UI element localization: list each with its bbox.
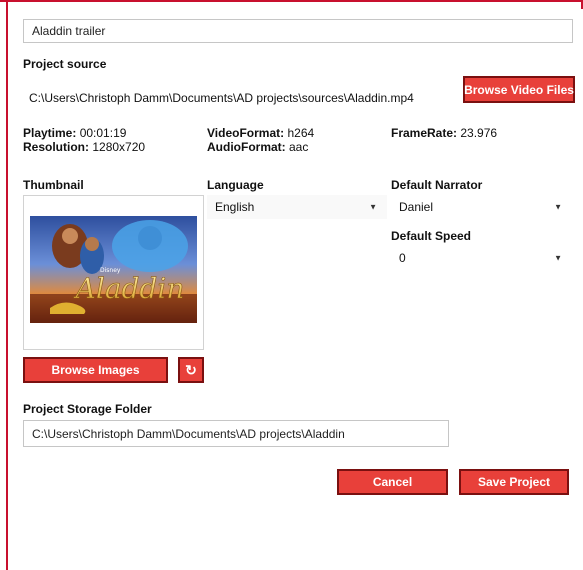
- thumbnail-label: Thumbnail: [23, 178, 84, 192]
- thumbnail-frame: Aladdin Disney: [23, 195, 204, 350]
- default-speed-label: Default Speed: [391, 229, 472, 243]
- framerate-info: FrameRate: 23.976: [391, 126, 497, 140]
- project-name-input[interactable]: Aladdin trailer: [23, 19, 573, 43]
- window-frame-left: [6, 0, 8, 570]
- thumbnail-image: Aladdin Disney: [30, 216, 197, 323]
- thumbnail-title-text: Aladdin: [73, 272, 185, 305]
- narrator-selected: Daniel: [399, 200, 434, 214]
- playtime-label: Playtime:: [23, 126, 77, 140]
- window-frame-top: [0, 0, 583, 2]
- framerate-value: 23.976: [460, 126, 498, 140]
- language-label: Language: [207, 178, 264, 192]
- chevron-down-icon: ▼: [369, 202, 377, 212]
- chevron-down-icon: ▼: [554, 253, 562, 263]
- audioformat-value: aac: [289, 140, 309, 154]
- chevron-down-icon: ▼: [554, 202, 562, 212]
- project-source-path: C:\Users\Christoph Damm\Documents\AD pro…: [29, 91, 414, 105]
- project-source-label: Project source: [23, 57, 107, 71]
- resolution-value: 1280x720: [92, 140, 146, 154]
- save-project-button[interactable]: Save Project: [459, 469, 569, 495]
- framerate-label: FrameRate:: [391, 126, 458, 140]
- playtime-value: 00:01:19: [79, 126, 127, 140]
- default-narrator-label: Default Narrator: [391, 178, 483, 192]
- browse-video-files-button[interactable]: Browse Video Files: [463, 76, 575, 103]
- language-selected: English: [215, 200, 255, 214]
- storage-folder-input[interactable]: C:\Users\Christoph Damm\Documents\AD pro…: [23, 420, 449, 447]
- speed-selected: 0: [399, 251, 406, 265]
- resolution-info: Resolution: 1280x720: [23, 140, 145, 154]
- project-name-value: Aladdin trailer: [32, 24, 106, 38]
- audioformat-label: AudioFormat:: [207, 140, 286, 154]
- language-select[interactable]: English ▼: [207, 195, 387, 219]
- storage-folder-value: C:\Users\Christoph Damm\Documents\AD pro…: [32, 426, 345, 441]
- svg-text:Disney: Disney: [100, 267, 121, 274]
- speed-select[interactable]: 0 ▼: [391, 246, 572, 270]
- refresh-icon: ↻: [185, 362, 197, 378]
- videoformat-value: h264: [287, 126, 315, 140]
- playtime-info: Playtime: 00:01:19: [23, 126, 126, 140]
- refresh-thumbnail-button[interactable]: ↻: [178, 357, 204, 383]
- browse-images-button[interactable]: Browse Images: [23, 357, 168, 383]
- narrator-select[interactable]: Daniel ▼: [391, 195, 572, 219]
- resolution-label: Resolution:: [23, 140, 89, 154]
- cancel-button[interactable]: Cancel: [337, 469, 448, 495]
- audioformat-info: AudioFormat: aac: [207, 140, 308, 154]
- videoformat-info: VideoFormat: h264: [207, 126, 314, 140]
- videoformat-label: VideoFormat:: [207, 126, 285, 140]
- storage-folder-label: Project Storage Folder: [23, 402, 152, 416]
